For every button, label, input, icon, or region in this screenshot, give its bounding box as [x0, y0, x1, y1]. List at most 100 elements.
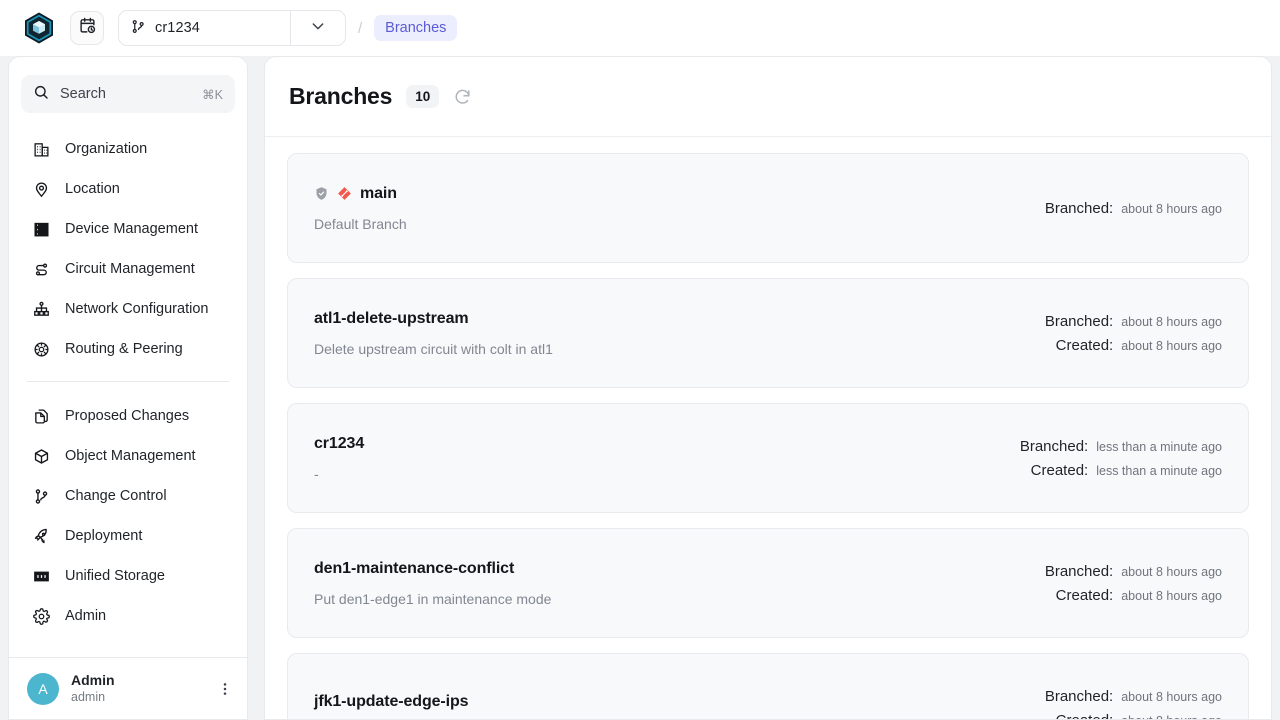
branch-name: main	[360, 185, 397, 203]
branch-name: jfk1-update-edge-ips	[314, 693, 468, 711]
search-shortcut: ⌘K	[202, 87, 223, 102]
avatar: A	[27, 673, 59, 705]
branch-meta-row: Created: less than a minute ago	[1020, 462, 1222, 479]
sidebar-primary-nav: Organization Location Device Managem	[9, 129, 247, 369]
breadcrumb-branches[interactable]: Branches	[374, 15, 457, 41]
user-username: admin	[71, 689, 115, 705]
sidebar-item-label: Change Control	[65, 488, 167, 504]
branch-card[interactable]: main Default Branch Branched: about 8 ho…	[287, 153, 1249, 263]
server-icon	[31, 221, 51, 238]
meta-label: Created:	[1056, 587, 1114, 604]
cube-icon	[31, 448, 51, 465]
sidebar-item-organization[interactable]: Organization	[9, 129, 247, 169]
sidebar: Search ⌘K Organization Location	[8, 56, 248, 720]
branch-meta-row: Branched: about 8 hours ago	[1045, 688, 1222, 705]
meta-value: about 8 hours ago	[1121, 589, 1222, 603]
branch-meta-row: Branched: about 8 hours ago	[1045, 563, 1222, 580]
sidebar-item-label: Proposed Changes	[65, 408, 189, 424]
branch-meta: Branched: less than a minute ago Created…	[1020, 438, 1222, 479]
sidebar-item-device-management[interactable]: Device Management	[9, 209, 247, 249]
sidebar-item-label: Unified Storage	[65, 568, 165, 584]
git-branch-icon	[31, 488, 51, 505]
sidebar-item-routing-peering[interactable]: Routing & Peering	[9, 329, 247, 369]
meta-value: less than a minute ago	[1096, 464, 1222, 478]
sidebar-item-proposed-changes[interactable]: Proposed Changes	[9, 396, 247, 436]
branch-card[interactable]: cr1234 - Branched: less than a minute ag…	[287, 403, 1249, 513]
sidebar-item-label: Circuit Management	[65, 261, 195, 277]
branch-name: cr1234	[314, 435, 364, 453]
user-profile-bar[interactable]: A Admin admin	[9, 657, 247, 719]
branch-meta-row: Created: about 8 hours ago	[1045, 337, 1222, 354]
storage-icon	[31, 568, 51, 585]
branches-list: main Default Branch Branched: about 8 ho…	[265, 137, 1271, 720]
meta-label: Created:	[1056, 337, 1114, 354]
branch-description: Put den1-edge1 in maintenance mode	[314, 591, 1045, 607]
branch-diamond-icon	[337, 186, 352, 201]
refresh-icon[interactable]	[453, 87, 472, 106]
sidebar-item-change-control[interactable]: Change Control	[9, 476, 247, 516]
branch-meta: Branched: about 8 hours ago Created: abo…	[1045, 313, 1222, 354]
sidebar-item-circuit-management[interactable]: Circuit Management	[9, 249, 247, 289]
branch-meta-row: Branched: about 8 hours ago	[1045, 313, 1222, 330]
meta-label: Branched:	[1045, 688, 1113, 705]
user-name: Admin	[71, 672, 115, 690]
gear-icon	[31, 608, 51, 625]
branch-meta-row: Created: about 8 hours ago	[1045, 587, 1222, 604]
building-icon	[31, 141, 51, 158]
rocket-icon	[31, 528, 51, 545]
branch-name: den1-maintenance-conflict	[314, 560, 514, 578]
meta-label: Created:	[1056, 712, 1114, 720]
branch-name: atl1-delete-upstream	[314, 310, 469, 328]
git-branch-icon	[131, 19, 146, 38]
meta-label: Branched:	[1045, 563, 1113, 580]
sidebar-item-object-management[interactable]: Object Management	[9, 436, 247, 476]
page-header: Branches 10	[265, 57, 1271, 137]
branch-description: Default Branch	[314, 216, 1045, 232]
chevron-down-icon	[310, 18, 326, 39]
kebab-menu-icon[interactable]	[217, 681, 233, 697]
branch-description: -	[314, 466, 1020, 482]
branch-selector-value: cr1234	[155, 20, 200, 36]
meta-label: Created:	[1031, 462, 1089, 479]
meta-label: Branched:	[1020, 438, 1088, 455]
sidebar-item-admin[interactable]: Admin	[9, 596, 247, 636]
branch-description: Delete upstream circuit with colt in atl…	[314, 341, 1045, 357]
branches-count-badge: 10	[406, 85, 439, 108]
network-tree-icon	[31, 301, 51, 318]
branch-card[interactable]: atl1-delete-upstream Delete upstream cir…	[287, 278, 1249, 388]
branch-meta: Branched: about 8 hours ago Created: abo…	[1045, 563, 1222, 604]
meta-value: about 8 hours ago	[1121, 339, 1222, 353]
sidebar-item-label: Organization	[65, 141, 147, 157]
app-logo[interactable]	[22, 11, 56, 45]
sidebar-item-label: Deployment	[65, 528, 142, 544]
branch-meta-row: Branched: less than a minute ago	[1020, 438, 1222, 455]
branch-card[interactable]: den1-maintenance-conflict Put den1-edge1…	[287, 528, 1249, 638]
meta-label: Branched:	[1045, 313, 1113, 330]
search-icon	[33, 84, 49, 105]
sidebar-secondary-nav: Proposed Changes Object Management Chang…	[9, 396, 247, 636]
sidebar-item-deployment[interactable]: Deployment	[9, 516, 247, 556]
sidebar-item-label: Device Management	[65, 221, 198, 237]
meta-value: less than a minute ago	[1096, 440, 1222, 454]
location-pin-icon	[31, 181, 51, 198]
copy-pages-icon	[31, 408, 51, 425]
search-placeholder: Search	[60, 86, 191, 102]
breadcrumb-separator: /	[358, 20, 362, 37]
branch-meta-row: Created: about 8 hours ago	[1045, 712, 1222, 720]
sidebar-item-label: Location	[65, 181, 120, 197]
sidebar-item-label: Object Management	[65, 448, 196, 464]
branch-meta-row: Branched: about 8 hours ago	[1045, 200, 1222, 217]
top-bar: cr1234 / Branches	[0, 0, 1280, 56]
sidebar-item-label: Admin	[65, 608, 106, 624]
sidebar-item-network-configuration[interactable]: Network Configuration	[9, 289, 247, 329]
branch-selector[interactable]: cr1234	[118, 10, 290, 46]
sidebar-item-label: Routing & Peering	[65, 341, 183, 357]
search-input[interactable]: Search ⌘K	[21, 75, 235, 113]
calendar-clock-button[interactable]	[70, 11, 104, 45]
meta-value: about 8 hours ago	[1121, 714, 1222, 720]
branch-meta: Branched: about 8 hours ago	[1045, 200, 1222, 217]
branch-card[interactable]: jfk1-update-edge-ips Branched: about 8 h…	[287, 653, 1249, 720]
sidebar-item-unified-storage[interactable]: Unified Storage	[9, 556, 247, 596]
branch-selector-dropdown-button[interactable]	[290, 10, 346, 46]
sidebar-item-location[interactable]: Location	[9, 169, 247, 209]
